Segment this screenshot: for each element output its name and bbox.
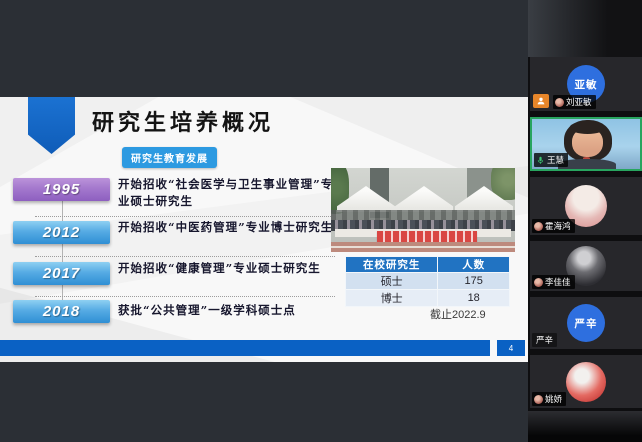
table-cell-count: 175 — [438, 273, 510, 290]
section-badge: 研究生教育发展 — [122, 147, 217, 168]
participant-name: 刘亚敏 — [566, 96, 592, 108]
photo-track-line — [331, 246, 515, 248]
participant-tile-yanxin[interactable]: 严辛 严辛 — [530, 297, 642, 349]
sidebar-bottom-gradient — [528, 411, 642, 442]
table-cell-count: 18 — [438, 290, 510, 307]
dotted-divider — [35, 296, 335, 297]
table-row: 硕士 175 — [346, 273, 510, 290]
avatar: 严辛 — [567, 304, 605, 342]
year-ribbon: 1995 — [13, 178, 110, 201]
dotted-divider — [35, 256, 335, 257]
presentation-slide: 研究生培养概况 研究生教育发展 1995 开始招收“社会医学与卫生事业管理”专业… — [0, 97, 528, 362]
participant-name-tag: 严辛 — [532, 333, 557, 347]
slide-title: 研究生培养概况 — [92, 105, 274, 137]
participant-tile-liuyamin[interactable]: 亚敏 刘亚敏 — [530, 57, 642, 111]
photo-red-banner — [377, 231, 477, 242]
participant-tile-huohaihong[interactable]: 霍海鸿 — [530, 177, 642, 235]
participant-tile-yaojiao[interactable]: 姚娇 — [530, 355, 642, 408]
participant-tile-lijiajia[interactable]: 李佳佳 — [530, 241, 642, 291]
mini-avatar-icon — [534, 222, 543, 231]
table-cell-degree: 博士 — [346, 290, 438, 307]
participant-tile-wanghui[interactable]: 王慧 — [530, 117, 642, 171]
timeline-text: 开始招收“健康管理”专业硕士研究生 — [118, 260, 340, 277]
year-ribbon: 2018 — [13, 300, 110, 323]
dotted-divider — [35, 216, 335, 217]
timeline-text: 开始招收“中医药管理”专业博士研究生 — [118, 219, 340, 236]
mini-avatar-icon — [534, 395, 543, 404]
avatar — [566, 362, 606, 402]
photo-tent — [395, 186, 453, 212]
participant-name-tag: 姚娇 — [532, 392, 566, 406]
campus-event-photo — [331, 168, 515, 252]
shared-screen-area: 研究生培养概况 研究生教育发展 1995 开始招收“社会医学与卫生事业管理”专业… — [0, 0, 528, 442]
mini-avatar-icon — [534, 278, 543, 287]
page-number: 4 — [497, 340, 525, 356]
timeline-text: 获批“公共管理”一级学科硕士点 — [118, 302, 340, 319]
timeline-text: 开始招收“社会医学与卫生事业管理”专业硕士研究生 — [118, 176, 340, 209]
as-of-date: 截止2022.9 — [430, 306, 486, 322]
participant-name-tag: 王慧 — [534, 153, 568, 167]
participant-name: 王慧 — [547, 154, 564, 166]
year-ribbon: 2012 — [13, 221, 110, 244]
timeline-axis — [62, 197, 63, 309]
sidebar-top-gradient — [528, 0, 642, 57]
host-icon — [533, 94, 549, 108]
table-row: 博士 18 — [346, 290, 510, 307]
participant-name: 李佳佳 — [545, 276, 571, 288]
video-person-fringe — [570, 122, 606, 134]
person-icon — [536, 96, 546, 106]
table-cell-degree: 硕士 — [346, 273, 438, 290]
table-header-cell: 在校研究生 — [346, 257, 438, 273]
microphone-icon — [536, 156, 545, 165]
participant-name-tag: 霍海鸿 — [532, 219, 575, 233]
participant-name: 严辛 — [536, 334, 553, 346]
participant-name: 霍海鸿 — [545, 220, 571, 232]
mini-avatar-icon — [555, 98, 564, 107]
table-header-row: 在校研究生 人数 — [346, 257, 510, 273]
year-ribbon: 2017 — [13, 262, 110, 285]
participant-name: 姚娇 — [545, 393, 562, 405]
participant-name-tag: 李佳佳 — [532, 275, 575, 289]
participant-name-tag: 刘亚敏 — [553, 95, 596, 109]
enrollment-table: 在校研究生 人数 硕士 175 博士 18 — [345, 256, 510, 307]
slide-footer-bar — [0, 340, 490, 356]
participants-sidebar: 亚敏 刘亚敏 — [528, 0, 642, 442]
meeting-window: 研究生培养概况 研究生教育发展 1995 开始招收“社会医学与卫生事业管理”专业… — [0, 0, 642, 442]
table-header-cell: 人数 — [438, 257, 510, 273]
